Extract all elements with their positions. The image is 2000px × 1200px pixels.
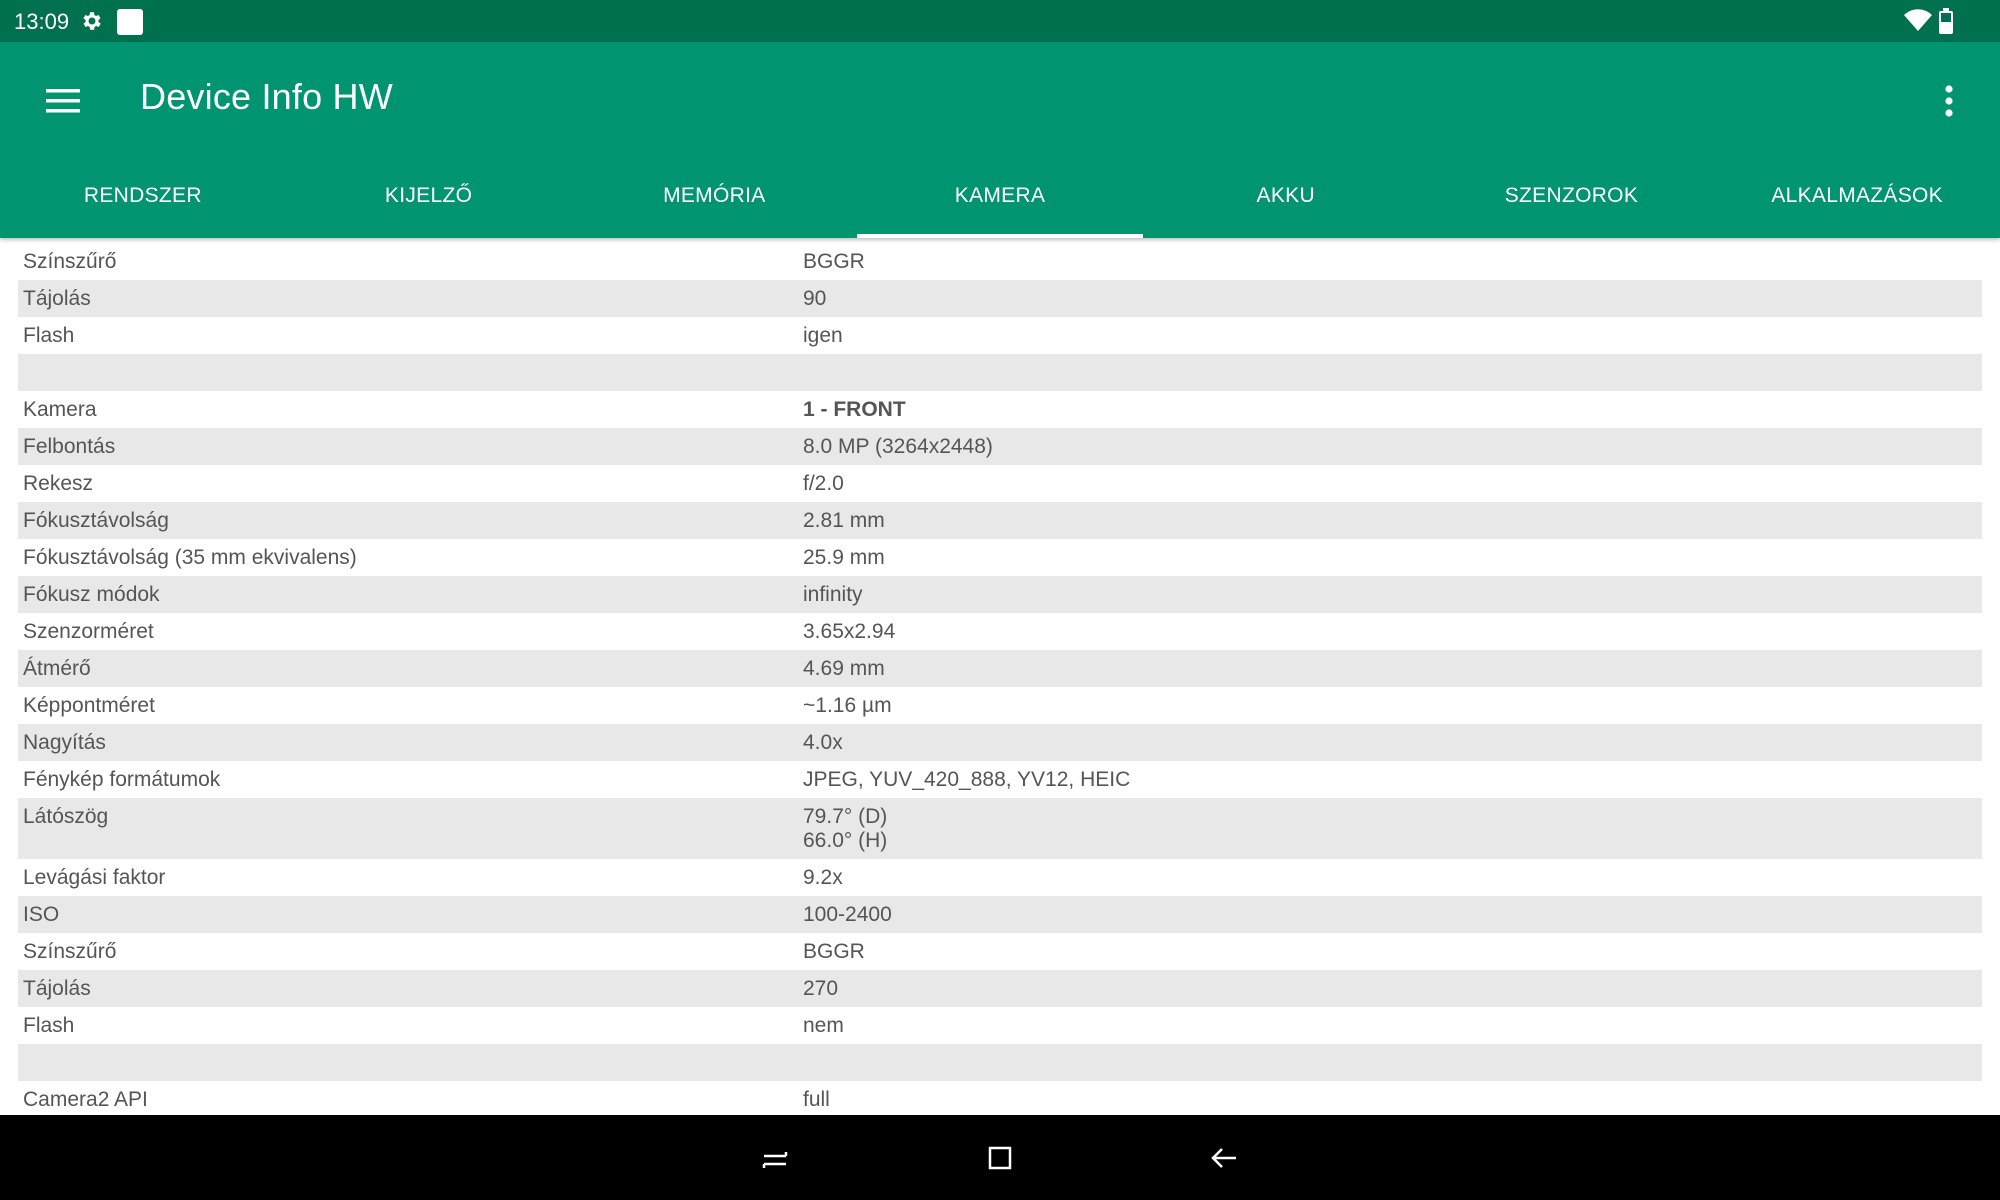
table-row: Látószög 79.7° (D) 66.0° (H) [18,798,1982,859]
row-key: Fénykép formátumok [23,768,221,791]
table-row-separator [18,1044,1982,1081]
row-value: 8.0 MP (3264x2448) [803,435,993,458]
table-row-separator [18,354,1982,391]
tab-memoria[interactable]: MEMÓRIA [571,154,857,238]
camera-id-value: 1 - FRONT [803,398,906,421]
row-key: Átmérő [23,657,91,680]
gear-icon [83,12,101,30]
row-value: BGGR [803,250,865,273]
table-row: Színszűrő BGGR [18,933,1982,970]
row-value: 2.81 mm [803,509,885,532]
table-row: Fókusz módok infinity [18,576,1982,613]
row-value: BGGR [803,940,865,963]
table-row: Fókusztávolság 2.81 mm [18,502,1982,539]
app-title: Device Info HW [140,76,393,117]
row-key: Camera2 API [23,1088,148,1111]
row-key: Levágási faktor [23,866,166,889]
app-bar: Device Info HW RENDSZER KIJELZŐ MEMÓRIA … [0,42,2000,238]
table-row: Flash igen [18,317,1982,354]
menu-icon[interactable] [42,80,84,122]
home-icon[interactable] [986,1144,1014,1172]
table-row: Fénykép formátumok JPEG, YUV_420_888, YV… [18,761,1982,798]
row-value: nem [803,1014,844,1037]
row-value: infinity [803,583,863,606]
table-row: Átmérő 4.69 mm [18,650,1982,687]
table-row: Felbontás 8.0 MP (3264x2448) [18,428,1982,465]
table-row: Tájolás 90 [18,280,1982,317]
wifi-icon [1904,9,1932,32]
row-key: Fókusztávolság [23,509,169,532]
table-row: Tájolás 270 [18,970,1982,1007]
table-row: Szenzorméret 3.65x2.94 [18,613,1982,650]
row-key: Fókusztávolság (35 mm ekvivalens) [23,546,357,569]
back-icon[interactable] [1208,1142,1240,1174]
row-key: Rekesz [23,472,94,495]
row-value: igen [803,324,843,347]
tab-akku[interactable]: AKKU [1143,154,1429,238]
row-value: 100-2400 [803,903,892,926]
table-row: Nagyítás 4.0x [18,724,1982,761]
row-value: 4.0x [803,731,843,754]
row-value: 270 [803,977,839,1000]
tab-kamera[interactable]: KAMERA [857,154,1143,238]
row-key: Flash [23,324,75,347]
table-row: Fókusztávolság (35 mm ekvivalens) 25.9 m… [18,539,1982,576]
tab-szenzorok[interactable]: SZENZOROK [1429,154,1715,238]
row-key: Színszűrő [23,940,117,963]
row-value: ~1.16 µm [803,694,892,717]
battery-icon [1939,8,1953,34]
row-key: Színszűrő [23,250,117,273]
row-value: JPEG, YUV_420_888, YV12, HEIC [803,768,1131,791]
camera-info-table[interactable]: Színszűrő BGGR Tájolás 90 Flash igen Kam… [18,243,1982,1115]
row-key: Fókusz módok [23,583,160,606]
more-options-icon[interactable] [1928,80,1970,122]
table-row: Flash nem [18,1007,1982,1044]
tab-alkalmazasok[interactable]: ALKALMAZÁSOK [1714,154,2000,238]
table-row: Kamera 1 - FRONT [18,391,1982,428]
row-value-multiline: 79.7° (D) 66.0° (H) [803,798,1982,859]
table-row: Színszűrő BGGR [18,243,1982,280]
row-key: ISO [23,903,60,926]
row-value: 25.9 mm [803,546,885,569]
table-row: Camera2 API full [18,1081,1982,1115]
tab-bar: RENDSZER KIJELZŐ MEMÓRIA KAMERA AKKU SZE… [0,154,2000,238]
table-row: Képpontméret ~1.16 µm [18,687,1982,724]
tab-rendszer[interactable]: RENDSZER [0,154,286,238]
row-value: f/2.0 [803,472,844,495]
row-key: Szenzorméret [23,620,154,643]
notification-square-icon [117,9,143,35]
status-time: 13:09 [14,9,70,34]
table-row: Levágási faktor 9.2x [18,859,1982,896]
row-value: 4.69 mm [803,657,885,680]
status-bar: 13:09 [0,0,2000,42]
recent-apps-icon[interactable] [760,1145,790,1175]
row-key: Képpontméret [23,694,155,717]
row-key: Nagyítás [23,731,106,754]
row-value: full [803,1088,830,1111]
navigation-bar [0,1115,2000,1200]
table-row: Rekesz f/2.0 [18,465,1982,502]
row-value: 90 [803,287,827,310]
row-key: Felbontás [23,435,116,458]
row-key: Látószög [23,805,109,828]
row-key: Kamera [23,398,97,421]
row-key: Flash [23,1014,75,1037]
row-value: 9.2x [803,866,843,889]
table-row: ISO 100-2400 [18,896,1982,933]
row-key: Tájolás [23,287,91,310]
row-value-line: 79.7° (D) [803,805,888,828]
row-value: 3.65x2.94 [803,620,896,643]
tab-kijelzo[interactable]: KIJELZŐ [286,154,572,238]
row-key: Tájolás [23,977,91,1000]
row-value-line: 66.0° (H) [803,829,888,852]
